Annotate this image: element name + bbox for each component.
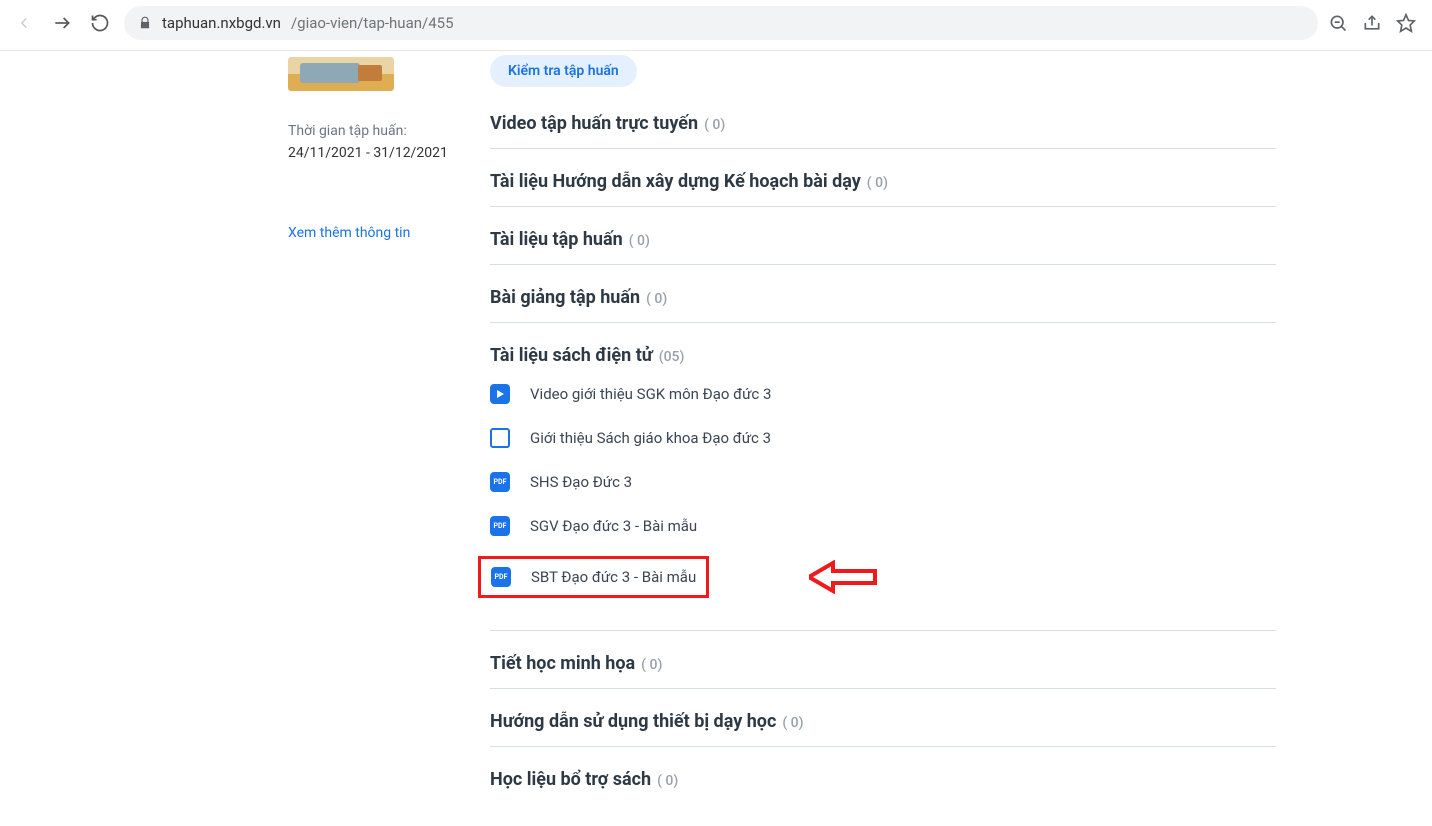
doc-item-pdf[interactable]: PDF SHS Đạo Đức 3 — [490, 472, 1276, 492]
doc-item-slide[interactable]: Giới thiệu Sách giáo khoa Đạo đức 3 — [490, 428, 1276, 448]
highlighted-row: PDF SBT Đạo đức 3 - Bài mẫu — [490, 560, 1276, 594]
section-lectures: Bài giảng tập huấn ( 0) — [490, 287, 1276, 323]
section-title: Tài liệu Hướng dẫn xây dựng Kế hoạch bài… — [490, 171, 861, 192]
section-title: Tài liệu tập huấn — [490, 229, 623, 250]
section-count: ( 0) — [867, 175, 888, 191]
arrow-left-icon — [15, 14, 33, 32]
more-info-link[interactable]: Xem thêm thông tin — [288, 225, 410, 241]
reload-button[interactable] — [86, 9, 114, 37]
sidebar: Thời gian tập huấn: 24/11/2021 - 31/12/2… — [0, 51, 490, 826]
doc-label: SGV Đạo đức 3 - Bài mẫu — [530, 517, 697, 535]
toolbar-actions — [1328, 13, 1422, 33]
course-thumbnail — [288, 57, 394, 91]
section-supplementary: Học liệu bổ trợ sách ( 0) — [490, 769, 1276, 804]
section-count: ( 0) — [782, 715, 803, 731]
highlight-box: PDF SBT Đạo đức 3 - Bài mẫu — [478, 556, 709, 598]
section-count: ( 0) — [646, 291, 667, 307]
forward-button[interactable] — [48, 9, 76, 37]
time-dates: 24/11/2021 - 31/12/2021 — [288, 145, 448, 161]
back-button — [10, 9, 38, 37]
section-title: Học liệu bổ trợ sách — [490, 769, 651, 790]
section-count: ( 0) — [629, 233, 650, 249]
url-path: /giao-vien/tap-huan/455 — [291, 14, 454, 32]
browser-toolbar: taphuan.nxbgd.vn/giao-vien/tap-huan/455 — [0, 0, 1432, 51]
section-count: (05) — [659, 349, 685, 365]
doc-item-pdf-highlighted[interactable]: PDF SBT Đạo đức 3 - Bài mẫu — [491, 567, 696, 587]
pdf-icon: PDF — [490, 516, 510, 536]
doc-item-video[interactable]: Video giới thiệu SGK môn Đạo đức 3 — [490, 384, 1276, 404]
star-icon[interactable] — [1396, 13, 1416, 33]
share-icon[interactable] — [1362, 13, 1382, 33]
section-title: Tiết học minh họa — [490, 653, 635, 674]
doc-label: SHS Đạo Đức 3 — [530, 473, 632, 491]
document-list: Video giới thiệu SGK môn Đạo đức 3 Giới … — [490, 384, 1276, 594]
section-count: ( 0) — [657, 773, 678, 789]
section-demo-lesson: Tiết học minh họa ( 0) — [490, 630, 1276, 689]
zoom-icon[interactable] — [1328, 13, 1348, 33]
section-count: ( 0) — [641, 657, 662, 673]
url-host: taphuan.nxbgd.vn — [162, 14, 281, 32]
address-bar[interactable]: taphuan.nxbgd.vn/giao-vien/tap-huan/455 — [124, 6, 1318, 40]
doc-item-pdf[interactable]: PDF SGV Đạo đức 3 - Bài mẫu — [490, 516, 1276, 536]
section-title: Tài liệu sách điện tử — [490, 345, 653, 366]
page-content: Thời gian tập huấn: 24/11/2021 - 31/12/2… — [0, 51, 1432, 826]
pdf-icon: PDF — [491, 567, 511, 587]
doc-label: SBT Đạo đức 3 - Bài mẫu — [531, 568, 696, 586]
reload-icon — [90, 13, 110, 33]
arrow-annotation-icon — [809, 560, 879, 594]
section-title: Video tập huấn trực tuyến — [490, 113, 698, 134]
section-ebooks: Tài liệu sách điện tử (05) Video giới th… — [490, 345, 1276, 608]
time-label: Thời gian tập huấn: — [288, 123, 407, 139]
arrow-right-icon — [52, 13, 72, 33]
doc-label: Video giới thiệu SGK môn Đạo đức 3 — [530, 385, 771, 403]
section-lesson-plan: Tài liệu Hướng dẫn xây dựng Kế hoạch bài… — [490, 171, 1276, 207]
lock-icon — [138, 16, 152, 30]
section-title: Hướng dẫn sử dụng thiết bị dạy học — [490, 711, 776, 732]
main-content: Kiểm tra tập huấn Video tập huấn trực tu… — [490, 51, 1432, 826]
pdf-icon: PDF — [490, 472, 510, 492]
section-count: ( 0) — [704, 117, 725, 133]
video-icon — [490, 384, 510, 404]
section-title: Bài giảng tập huấn — [490, 287, 640, 308]
section-device-guide: Hướng dẫn sử dụng thiết bị dạy học ( 0) — [490, 711, 1276, 747]
slide-icon — [490, 428, 510, 448]
section-video-live: Video tập huấn trực tuyến ( 0) — [490, 113, 1276, 149]
test-button[interactable]: Kiểm tra tập huấn — [490, 55, 637, 87]
doc-label: Giới thiệu Sách giáo khoa Đạo đức 3 — [530, 429, 771, 447]
section-training-docs: Tài liệu tập huấn ( 0) — [490, 229, 1276, 265]
